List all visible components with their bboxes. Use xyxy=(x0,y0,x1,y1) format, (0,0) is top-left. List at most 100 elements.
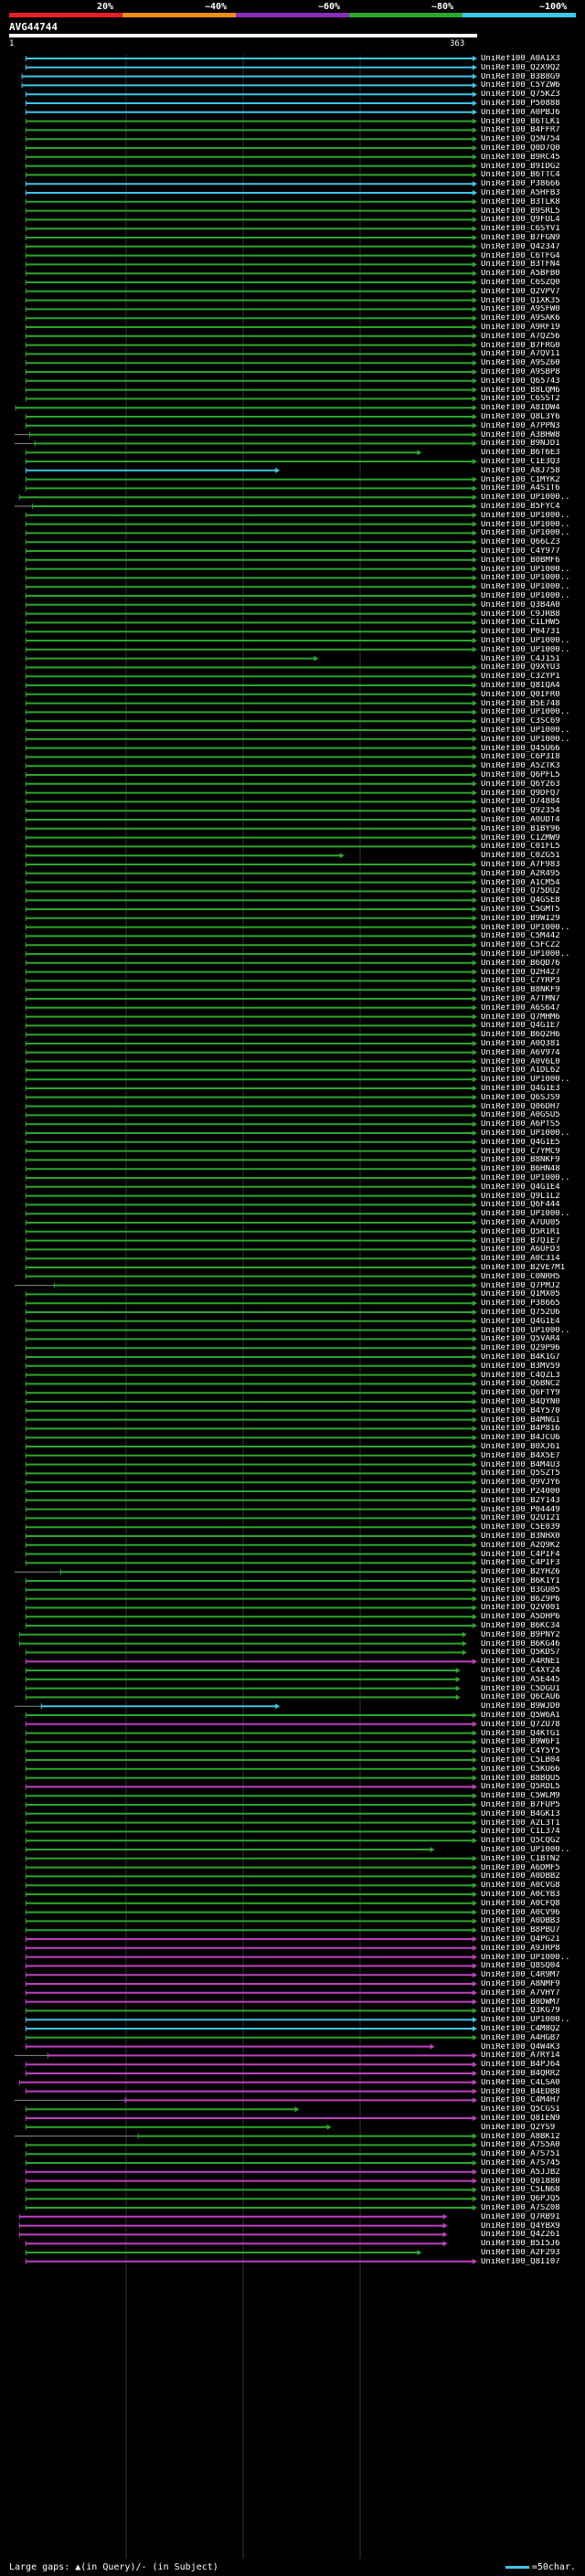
subject-id-link[interactable]: UniRef100_Q29P96 xyxy=(481,1344,585,1353)
subject-id-link[interactable]: UniRef100_B3MV59 xyxy=(481,1362,585,1372)
subject-id-link[interactable]: UniRef100_A7F983 xyxy=(481,861,585,870)
subject-id-link[interactable]: UniRef100_C6TFG4 xyxy=(481,252,585,261)
subject-id-link[interactable]: UniRef100_Q6Y263 xyxy=(481,780,585,790)
subject-id-link[interactable]: UniRef100_Q2YS9 xyxy=(481,2124,585,2133)
subject-id-link[interactable]: UniRef100_B6T6E3 xyxy=(481,449,585,458)
subject-id-link[interactable]: UniRef100_B9W6F1 xyxy=(481,1738,585,1747)
subject-id-link[interactable]: UniRef100_Q2H427 xyxy=(481,969,585,978)
subject-id-link[interactable]: UniRef100_Q4PG21 xyxy=(481,1935,585,1945)
subject-id-link[interactable]: UniRef100_Q9DFQ7 xyxy=(481,790,585,799)
subject-id-link[interactable]: UniRef100_C01FL5 xyxy=(481,843,585,852)
subject-id-link[interactable]: UniRef100_UP1000.. xyxy=(481,1174,585,1183)
subject-id-link[interactable]: UniRef100_Q8L3Y6 xyxy=(481,413,585,422)
subject-id-link[interactable]: UniRef100_B9RC45 xyxy=(481,154,585,163)
subject-id-link[interactable]: UniRef100_Q8IEN9 xyxy=(481,2115,585,2124)
subject-id-link[interactable]: UniRef100_B6KG46 xyxy=(481,1640,585,1649)
subject-id-link[interactable]: UniRef100_UP1000.. xyxy=(481,512,585,521)
subject-id-link[interactable]: UniRef100_A0Q381 xyxy=(481,1040,585,1049)
subject-id-link[interactable]: UniRef100_A4RNE1 xyxy=(481,1658,585,1667)
subject-id-link[interactable]: UniRef100_A8BK12 xyxy=(481,2133,585,2142)
subject-id-link[interactable]: UniRef100_A9SFW0 xyxy=(481,305,585,314)
subject-id-link[interactable]: UniRef100_C0ZG51 xyxy=(481,852,585,861)
subject-id-link[interactable]: UniRef100_Q8II07 xyxy=(481,2258,585,2267)
subject-id-link[interactable]: UniRef100_Q1XK35 xyxy=(481,297,585,306)
subject-id-link[interactable]: UniRef100_Q2V001 xyxy=(481,1604,585,1613)
subject-id-link[interactable]: UniRef100_B4JCU6 xyxy=(481,1434,585,1443)
subject-id-link[interactable]: UniRef100_A8IDW4 xyxy=(481,404,585,413)
subject-id-link[interactable]: UniRef100_A8NMF9 xyxy=(481,1980,585,1989)
subject-id-link[interactable]: UniRef100_B2Y143 xyxy=(481,1497,585,1506)
subject-id-link[interactable]: UniRef100_Q6PFL5 xyxy=(481,771,585,780)
subject-id-link[interactable]: UniRef100_P50888 xyxy=(481,100,585,109)
subject-id-link[interactable]: UniRef100_A7S745 xyxy=(481,2159,585,2168)
subject-id-link[interactable]: UniRef100_B9WI29 xyxy=(481,915,585,924)
subject-id-link[interactable]: UniRef100_A9SZ60 xyxy=(481,359,585,368)
subject-id-link[interactable]: UniRef100_O74884 xyxy=(481,798,585,807)
subject-id-link[interactable]: UniRef100_UP1000.. xyxy=(481,592,585,601)
subject-id-link[interactable]: UniRef100_Q66LZ3 xyxy=(481,538,585,547)
subject-id-link[interactable]: UniRef100_C1ZMW9 xyxy=(481,834,585,843)
subject-id-link[interactable]: UniRef100_Q752U6 xyxy=(481,1309,585,1318)
subject-id-link[interactable]: UniRef100_A7S5A0 xyxy=(481,2141,585,2150)
subject-id-link[interactable]: UniRef100_B9NJD1 xyxy=(481,440,585,449)
subject-id-link[interactable]: UniRef100_A4S1T6 xyxy=(481,484,585,493)
subject-id-link[interactable]: UniRef100_A7VHY7 xyxy=(481,1989,585,1998)
subject-id-link[interactable]: UniRef100_Q5N754 xyxy=(481,135,585,144)
subject-id-link[interactable]: UniRef100_Q5SZT5 xyxy=(481,1469,585,1479)
subject-id-link[interactable]: UniRef100_Q5R1R1 xyxy=(481,1228,585,1237)
subject-id-link[interactable]: UniRef100_B3TLK8 xyxy=(481,198,585,207)
subject-id-link[interactable]: UniRef100_Q2U121 xyxy=(481,1514,585,1523)
subject-id-link[interactable]: UniRef100_Q2X9Q2 xyxy=(481,64,585,73)
subject-id-link[interactable]: UniRef100_B8NKF9 xyxy=(481,1156,585,1165)
subject-id-link[interactable]: UniRef100_C1LHW5 xyxy=(481,619,585,628)
subject-id-link[interactable]: UniRef100_A7PPN3 xyxy=(481,422,585,431)
subject-id-link[interactable]: UniRef100_UP1000.. xyxy=(481,924,585,933)
subject-id-link[interactable]: UniRef100_Q4W4K3 xyxy=(481,2043,585,2052)
subject-id-link[interactable]: UniRef100_UP1000.. xyxy=(481,566,585,575)
subject-id-link[interactable]: UniRef100_B5FYC4 xyxy=(481,503,585,512)
subject-id-link[interactable]: UniRef100_B2VE7M1 xyxy=(481,1264,585,1273)
subject-id-link[interactable]: UniRef100_B4K1G7 xyxy=(481,1353,585,1362)
subject-id-link[interactable]: UniRef100_B9IDG2 xyxy=(481,163,585,172)
subject-id-link[interactable]: UniRef100_B6TTC4 xyxy=(481,171,585,180)
subject-id-link[interactable]: UniRef100_C6SST2 xyxy=(481,395,585,404)
subject-id-link[interactable]: UniRef100_B4M4U3 xyxy=(481,1461,585,1470)
subject-id-link[interactable]: UniRef100_Q4YBX9 xyxy=(481,2222,585,2231)
subject-id-link[interactable]: UniRef100_UP1000.. xyxy=(481,708,585,717)
subject-id-link[interactable]: UniRef100_C7YMC9 xyxy=(481,1148,585,1157)
subject-id-link[interactable]: UniRef100_C4XY24 xyxy=(481,1667,585,1676)
subject-id-link[interactable]: UniRef100_C5YZW6 xyxy=(481,81,585,90)
subject-id-link[interactable]: UniRef100_UP1000.. xyxy=(481,950,585,959)
subject-id-link[interactable]: UniRef100_Q65743 xyxy=(481,377,585,387)
subject-id-link[interactable]: UniRef100_A0CV96 xyxy=(481,1909,585,1918)
subject-id-link[interactable]: UniRef100_C5E039 xyxy=(481,1523,585,1532)
subject-id-link[interactable]: UniRef100_UP1000.. xyxy=(481,574,585,583)
subject-id-link[interactable]: UniRef100_UP1000.. xyxy=(481,1076,585,1085)
subject-id-link[interactable]: UniRef100_UP1000.. xyxy=(481,529,585,538)
subject-id-link[interactable]: UniRef100_UP1000.. xyxy=(481,736,585,745)
subject-id-link[interactable]: UniRef100_B6TLK1 xyxy=(481,118,585,127)
subject-id-link[interactable]: UniRef100_A7QZ56 xyxy=(481,333,585,342)
subject-id-link[interactable]: UniRef100_A9RF19 xyxy=(481,323,585,333)
subject-id-link[interactable]: UniRef100_Q6PJQ5 xyxy=(481,2195,585,2204)
subject-id-link[interactable]: UniRef100_Q0D7Q0 xyxy=(481,144,585,154)
subject-id-link[interactable]: UniRef100_A1DL62 xyxy=(481,1066,585,1076)
subject-id-link[interactable]: UniRef100_Q4G1E3 xyxy=(481,1085,585,1094)
subject-id-link[interactable]: UniRef100_B0DWM7 xyxy=(481,1998,585,2008)
subject-id-link[interactable]: UniRef100_P04449 xyxy=(481,1506,585,1515)
subject-id-link[interactable]: UniRef100_C1MYK2 xyxy=(481,476,585,485)
subject-id-link[interactable]: UniRef100_C4QZL3 xyxy=(481,1372,585,1381)
subject-id-link[interactable]: UniRef100_B4EDB8 xyxy=(481,2088,585,2097)
subject-id-link[interactable]: UniRef100_A9SBP8 xyxy=(481,368,585,377)
subject-id-link[interactable]: UniRef100_UP1000.. xyxy=(481,1210,585,1219)
subject-id-link[interactable]: UniRef100_C5WLM9 xyxy=(481,1792,585,1801)
subject-id-link[interactable]: UniRef100_A7RY14 xyxy=(481,2051,585,2061)
subject-id-link[interactable]: UniRef100_Q8SQ04 xyxy=(481,1962,585,1971)
subject-id-link[interactable]: UniRef100_A5BFB0 xyxy=(481,270,585,279)
subject-id-link[interactable]: UniRef100_B0XJ61 xyxy=(481,1443,585,1452)
subject-id-link[interactable]: UniRef100_Q75KZ3 xyxy=(481,90,585,100)
subject-id-link[interactable]: UniRef100_A6DMF5 xyxy=(481,1864,585,1873)
subject-id-link[interactable]: UniRef100_B7FRG0 xyxy=(481,342,585,351)
subject-id-link[interactable]: UniRef100_Q7MHM6 xyxy=(481,1013,585,1023)
subject-id-link[interactable]: UniRef100_A2F293 xyxy=(481,2249,585,2258)
